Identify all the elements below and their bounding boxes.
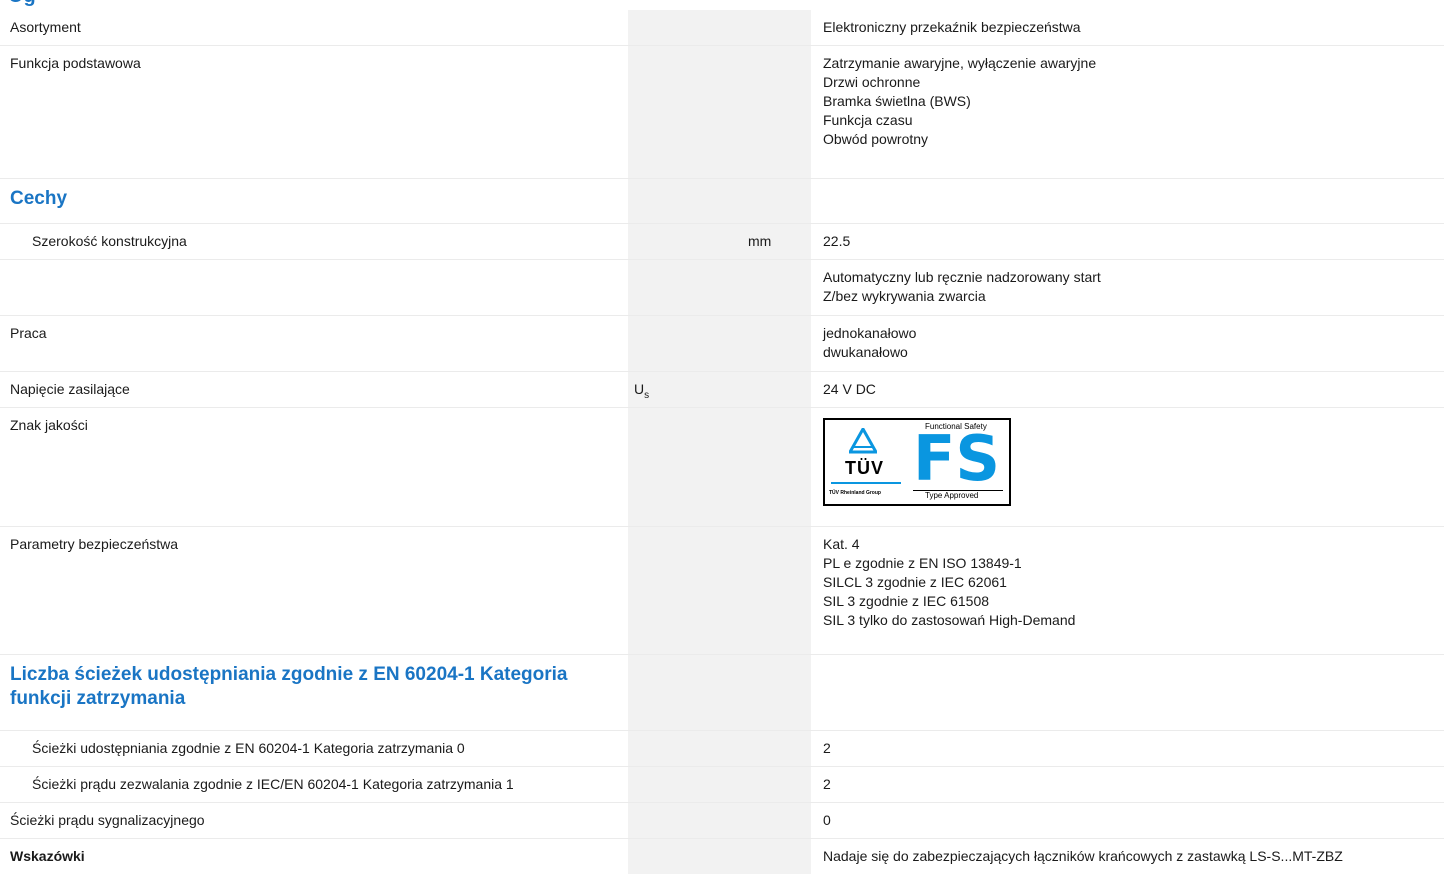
row-label — [0, 260, 628, 315]
specs-table: Asortyment Elektroniczny przekaźnik bezp… — [0, 10, 1444, 874]
row-value: Kat. 4 PL e zgodnie z EN ISO 13849-1 SIL… — [823, 536, 1076, 628]
table-row: Znak jakości TÜV TÜV Rheinland Group Fun… — [0, 408, 1444, 527]
tuv-fs-quality-logo: TÜV TÜV Rheinland Group Functional Safet… — [823, 418, 1011, 506]
row-value: 0 — [823, 812, 831, 828]
table-row: Wskazówki Nadaje się do zabezpieczającyc… — [0, 839, 1444, 874]
table-row: Napięcie zasilające Us 24 V DC — [0, 372, 1444, 408]
row-value: Zatrzymanie awaryjne, wyłączenie awaryjn… — [823, 55, 1097, 147]
tuv-triangle-icon — [849, 428, 877, 454]
row-label: Szerokość konstrukcyjna — [32, 233, 187, 249]
row-value: 24 V DC — [823, 381, 876, 397]
table-row: Praca jednokanałowo dwukanałowo — [0, 316, 1444, 372]
row-label: Napięcie zasilające — [10, 381, 130, 397]
row-value: jednokanałowo dwukanałowo — [823, 325, 917, 360]
row-label: Ścieżki prądu zezwalania zgodnie z IEC/E… — [32, 776, 514, 792]
table-row: Funkcja podstawowa Zatrzymanie awaryjne,… — [0, 46, 1444, 179]
section-header-row: Cechy — [0, 179, 1444, 224]
row-value: 22.5 — [823, 233, 851, 249]
row-unit: mm — [748, 233, 772, 249]
row-label: Ścieżki prądu sygnalizacyjnego — [10, 812, 205, 828]
table-row: Ścieżki prądu sygnalizacyjnego 0 — [0, 803, 1444, 839]
row-label: Asortyment — [10, 19, 81, 35]
table-row: Szerokość konstrukcyjna mm 22.5 — [0, 224, 1444, 260]
clipped-section-heading: Og — [8, 0, 36, 6]
row-value: Nadaje się do zabezpieczających łącznikó… — [823, 848, 1343, 864]
row-symbol: Us — [634, 381, 650, 401]
row-value: 2 — [823, 740, 831, 756]
table-row: Asortyment Elektroniczny przekaźnik bezp… — [0, 10, 1444, 46]
table-row: Ścieżki prądu zezwalania zgodnie z IEC/E… — [0, 767, 1444, 803]
row-label: Praca — [10, 325, 47, 341]
section-header-row: Liczba ścieżek udostępniania zgodnie z E… — [0, 655, 1444, 731]
table-row: Automatyczny lub ręcznie nadzorowany sta… — [0, 260, 1444, 316]
row-value: 2 — [823, 776, 831, 792]
row-label: Ścieżki udostępniania zgodnie z EN 60204… — [32, 740, 465, 756]
table-row: Parametry bezpieczeństwa Kat. 4 PL e zgo… — [0, 527, 1444, 655]
row-value: Elektroniczny przekaźnik bezpieczeństwa — [823, 19, 1081, 35]
table-row: Ścieżki udostępniania zgodnie z EN 60204… — [0, 731, 1444, 767]
row-label: Wskazówki — [10, 848, 85, 864]
row-value: Automatyczny lub ręcznie nadzorowany sta… — [823, 269, 1101, 304]
section-title-liczba: Liczba ścieżek udostępniania zgodnie z E… — [10, 664, 568, 709]
row-label: Funkcja podstawowa — [10, 55, 141, 71]
row-label: Parametry bezpieczeństwa — [10, 536, 179, 552]
row-label: Znak jakości — [10, 417, 88, 433]
